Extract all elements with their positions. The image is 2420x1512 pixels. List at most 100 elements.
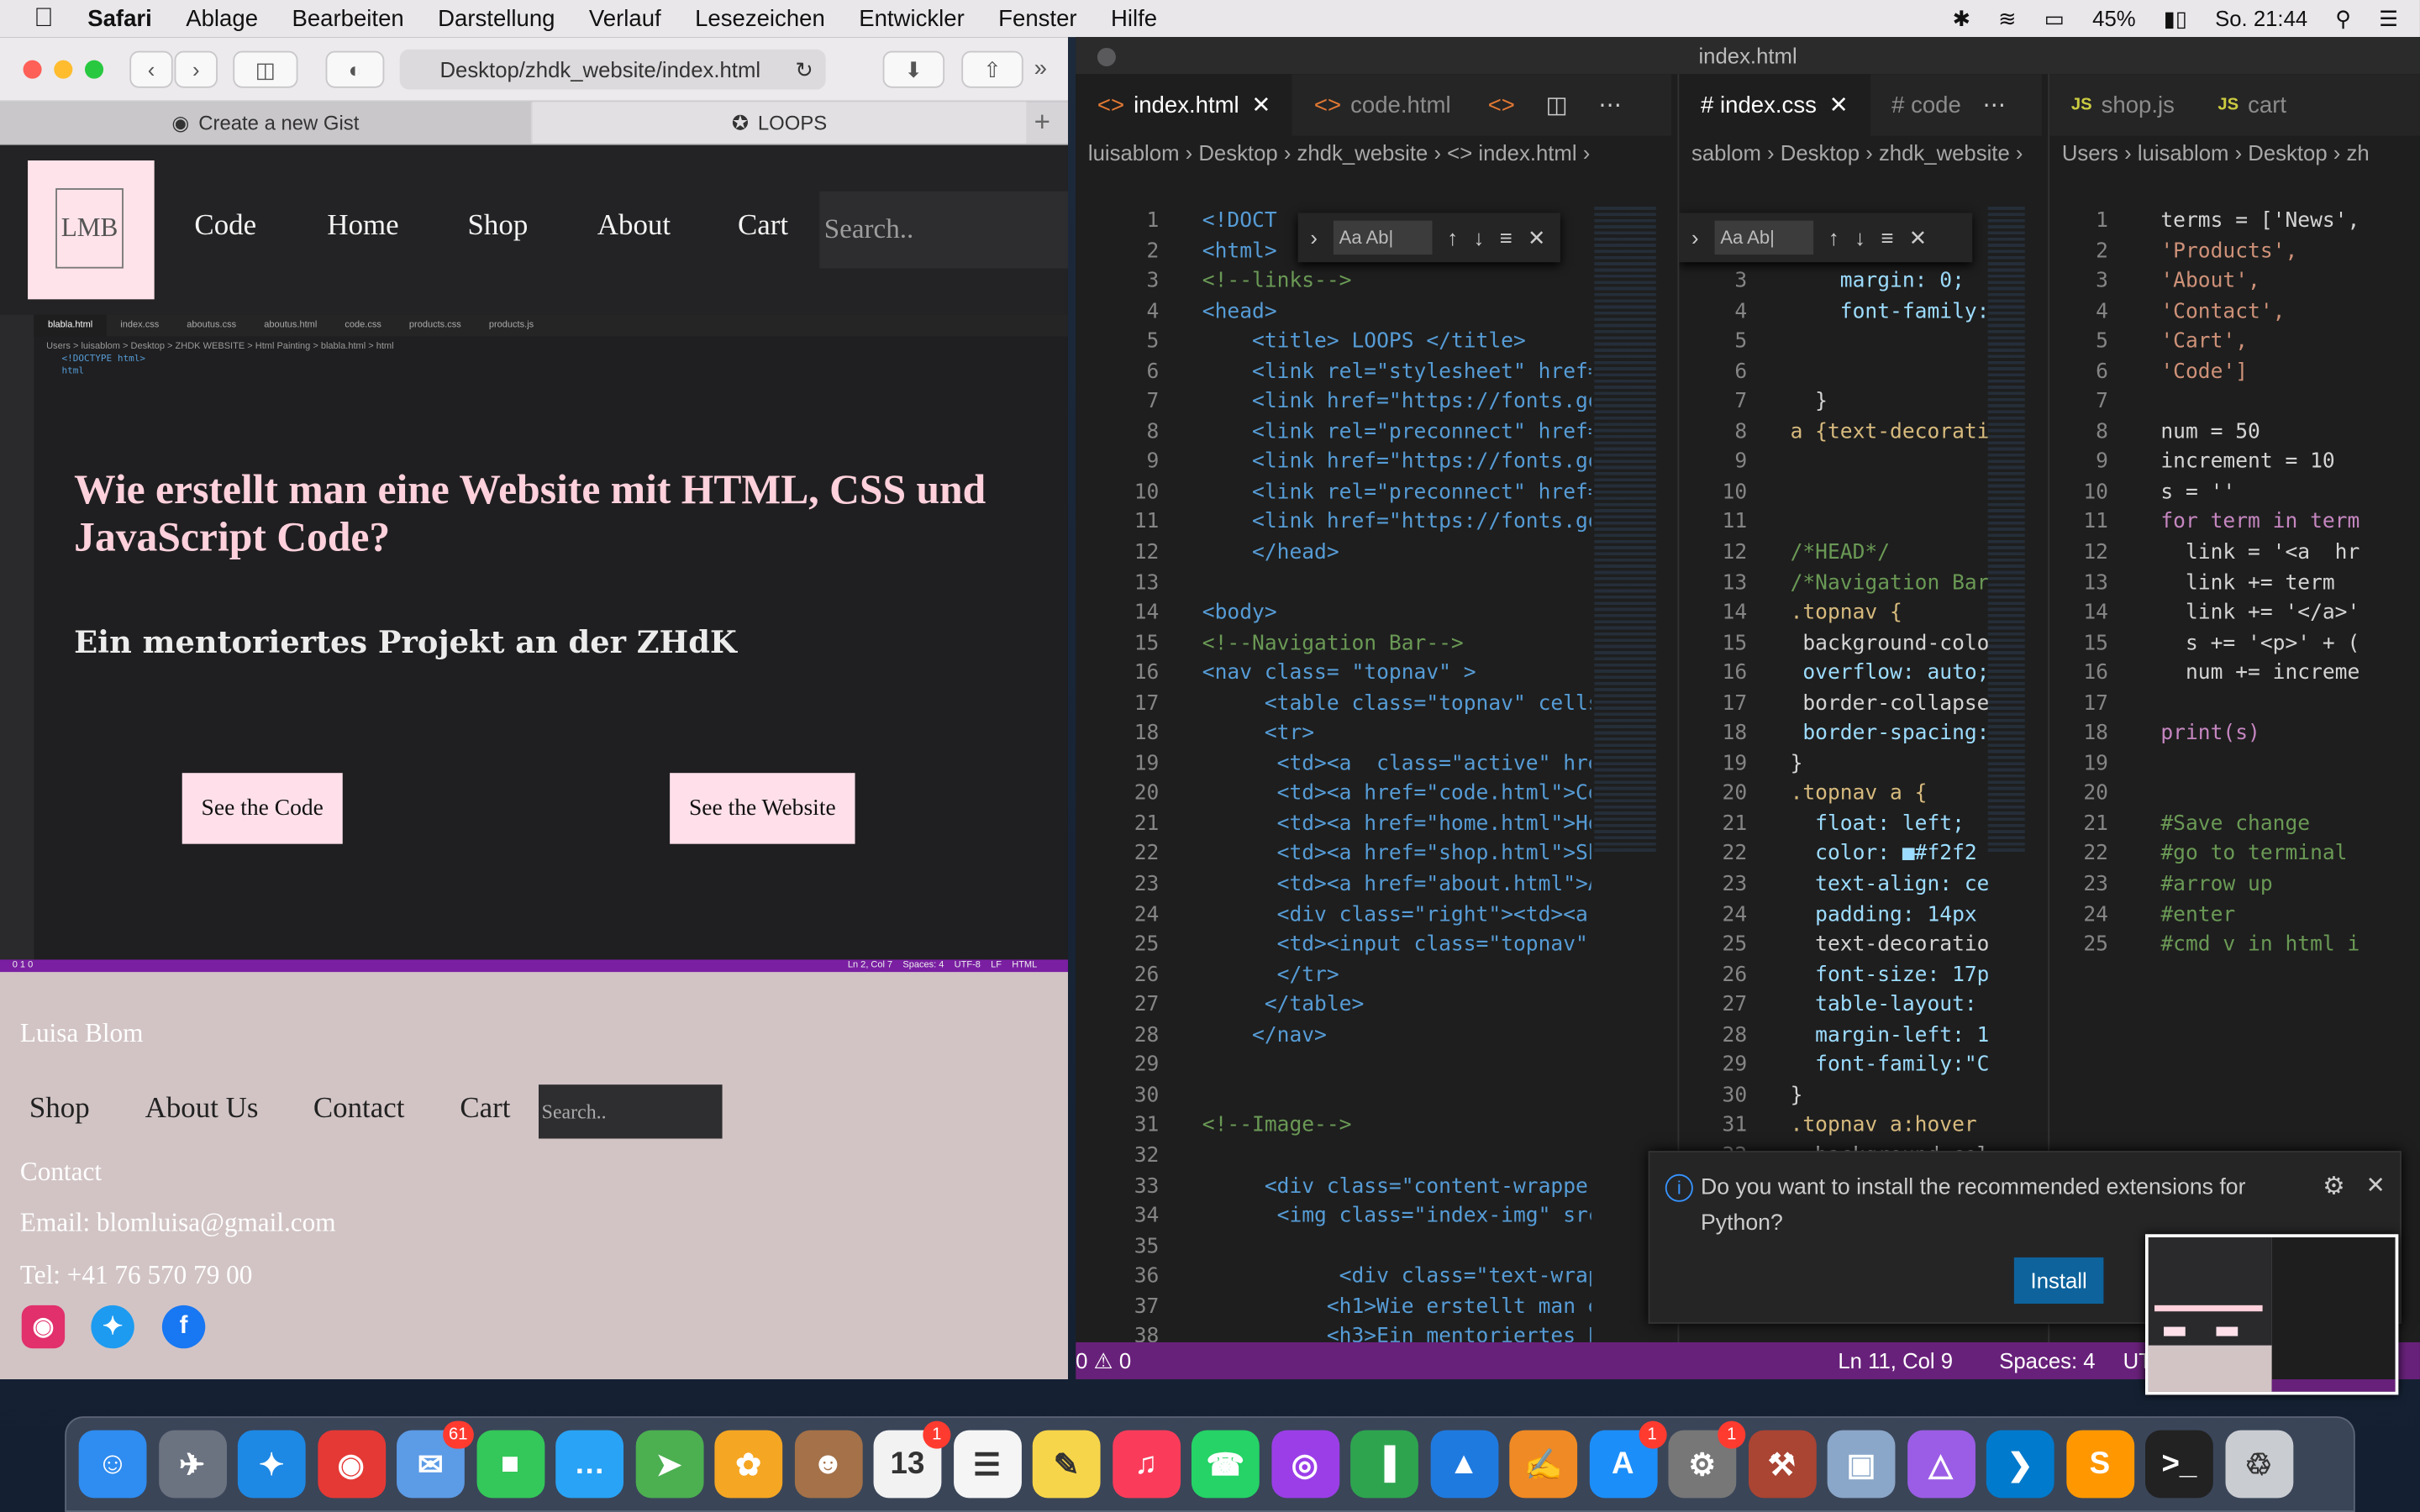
code-line[interactable]: margin: 0; [1791, 267, 1988, 297]
code-line[interactable]: table-layout: [1791, 991, 1988, 1021]
indentation[interactable]: Spaces: 4 [1999, 1348, 2095, 1373]
code-line[interactable] [2160, 388, 2407, 418]
dock-app-chrome[interactable]: ◉ [317, 1430, 386, 1499]
code-line[interactable]: terms = ['News', [2160, 207, 2407, 237]
tab-shop-js[interactable]: JS shop.js [2049, 74, 2196, 135]
new-tab-icon[interactable]: + [1034, 107, 1050, 139]
code-line[interactable]: 'Code'] [2160, 358, 2407, 388]
code-line[interactable]: <div class="text-wrap [1202, 1263, 1591, 1293]
dock-app-trash[interactable]: ♲ [2224, 1430, 2293, 1499]
code-line[interactable]: text-decoratio [1791, 931, 1988, 961]
menu-verlauf[interactable]: Verlauf [589, 5, 661, 31]
code-line[interactable]: num = 50 [2160, 417, 2407, 448]
minimap[interactable] [1594, 207, 1656, 855]
breadcrumb[interactable]: Users › luisablom › Desktop › zh [2049, 136, 2420, 170]
code-line[interactable]: <td><a href="about.html">A [1202, 870, 1591, 900]
dock-app-podcasts[interactable]: ◎ [1270, 1430, 1339, 1499]
code-line[interactable]: <tr> [1202, 719, 1591, 749]
code-line[interactable]: <table class="topnav" cells [1202, 690, 1591, 720]
code-line[interactable]: overflow: auto; [1791, 659, 1987, 690]
code-line[interactable]: </tr> [1202, 961, 1591, 991]
minimap[interactable] [1987, 207, 2025, 855]
previous-match-icon[interactable]: ↑ [1828, 225, 1839, 249]
close-find-icon[interactable]: ✕ [1528, 224, 1546, 250]
code-line[interactable]: <link href="https://fonts.go [1202, 448, 1591, 478]
code-line[interactable]: <img class="index-img" src [1202, 1202, 1591, 1232]
site-logo[interactable]: LMB [28, 160, 155, 300]
code-line[interactable]: <td><a class="active" hre [1202, 749, 1591, 780]
code-line[interactable]: <body> [1202, 599, 1591, 629]
dock-app-keynote[interactable]: ▲ [1429, 1430, 1498, 1499]
footer-link-shop[interactable]: Shop [29, 1092, 90, 1126]
dock-app-utility[interactable]: ⚒ [1748, 1430, 1816, 1499]
code-line[interactable]: increment = 10 [2160, 448, 2407, 478]
tab-create-gist[interactable]: ◉ Create a new Gist [0, 102, 531, 144]
close-tab-icon[interactable]: ✕ [1829, 91, 1849, 118]
code-line[interactable]: s = '' [2160, 478, 2407, 508]
footer-search-input[interactable]: Search.. [539, 1084, 723, 1139]
split-editor-icon[interactable]: ◫ [1546, 91, 1568, 118]
find-input[interactable]: Aa Ab| [1333, 220, 1432, 255]
find-selection-icon[interactable]: ≡ [1500, 225, 1512, 249]
html-file-icon[interactable]: <> [1488, 92, 1515, 118]
code-line[interactable]: #enter [2160, 900, 2407, 931]
code-line[interactable]: /*Navigation Bar [1791, 569, 1988, 599]
menu-fenster[interactable]: Fenster [998, 5, 1076, 31]
code-line[interactable]: float: left; [1791, 810, 1988, 840]
code-line[interactable]: <td><input class="topnav" [1202, 931, 1591, 961]
code-line[interactable]: </head> [1202, 538, 1591, 569]
code-line[interactable]: link += '</a>' [2160, 599, 2407, 629]
code-line[interactable] [2160, 780, 2407, 810]
dock-app-photos[interactable]: ✿ [714, 1430, 783, 1499]
share-icon[interactable]: ⇧ [961, 50, 1023, 88]
tab-cart-js[interactable]: JS cart [2196, 74, 2308, 135]
code-area[interactable]: <!DOCT <html> <!--links--> <head> <title> L… [1202, 207, 1591, 1342]
code-line[interactable]: s += '<p>' + ( [2160, 629, 2407, 659]
nav-shop[interactable]: Shop [468, 210, 529, 244]
dock-app-music[interactable]: ♫ [1112, 1430, 1181, 1499]
window-control-icon[interactable] [1097, 47, 1116, 66]
code-line[interactable]: num += increme [2160, 659, 2407, 690]
see-website-button[interactable]: See the Website [670, 773, 855, 844]
next-match-icon[interactable]: ↓ [1473, 225, 1484, 249]
code-line[interactable] [1791, 358, 1988, 388]
see-code-button[interactable]: See the Code [182, 773, 343, 844]
code-line[interactable]: <link rel="stylesheet" href= [1202, 358, 1591, 388]
nav-cart[interactable]: Cart [738, 210, 788, 244]
code-line[interactable] [1791, 508, 1988, 538]
breadcrumb[interactable]: luisablom › Desktop › zhdk_website › <> … [1076, 136, 1671, 170]
dock-app-whatsapp[interactable]: ☎ [1191, 1430, 1260, 1499]
twitter-icon[interactable]: ✦ [91, 1305, 134, 1349]
code-line[interactable]: <nav class= "topnav" > [1202, 659, 1591, 690]
dock-app-mail[interactable]: ✉ 61 [397, 1420, 474, 1499]
code-line[interactable]: text-align: ce [1791, 870, 1988, 900]
minimize-window-button[interactable] [54, 60, 73, 79]
code-line[interactable] [2160, 690, 2407, 720]
code-line[interactable]: 'Products', [2160, 237, 2407, 267]
site-search-input[interactable]: Search.. [819, 191, 1068, 269]
code-line[interactable] [1791, 448, 1988, 478]
code-line[interactable] [1202, 1081, 1591, 1111]
install-button[interactable]: Install [2013, 1257, 2104, 1305]
code-line[interactable] [1202, 569, 1591, 599]
tab-code-html[interactable]: <> code.html [1292, 74, 1472, 135]
privacy-shield-icon[interactable]: ◐ [325, 50, 385, 88]
code-line[interactable]: } [1791, 388, 1988, 418]
battery-icon[interactable]: ▮▯ [2164, 5, 2187, 31]
gear-icon[interactable]: ⚙ [2323, 1171, 2344, 1202]
code-line[interactable]: font-family:"C [1791, 1051, 1988, 1081]
footer-link-about[interactable]: About Us [145, 1092, 259, 1126]
find-widget[interactable]: › Aa Ab| ↑ ↓ ≡ ✕ [1679, 213, 1973, 263]
breadcrumb[interactable]: sablom › Desktop › zhdk_website › [1679, 136, 2042, 170]
more-actions-icon[interactable]: ⋯ [1598, 91, 1622, 118]
code-line[interactable] [1202, 1232, 1591, 1263]
code-line[interactable]: 'Contact', [2160, 297, 2407, 328]
code-line[interactable]: } [1791, 1081, 1988, 1111]
code-line[interactable]: .topnav a { [1791, 780, 1988, 810]
code-line[interactable]: #Save change [2160, 810, 2407, 840]
code-line[interactable]: <!--Navigation Bar--> [1202, 629, 1591, 659]
facebook-icon[interactable]: f [161, 1305, 206, 1349]
dock-app-launchpad[interactable]: ✈ [158, 1430, 227, 1499]
code-line[interactable]: #arrow up [2160, 870, 2407, 900]
code-line[interactable]: 'About', [2160, 267, 2407, 297]
